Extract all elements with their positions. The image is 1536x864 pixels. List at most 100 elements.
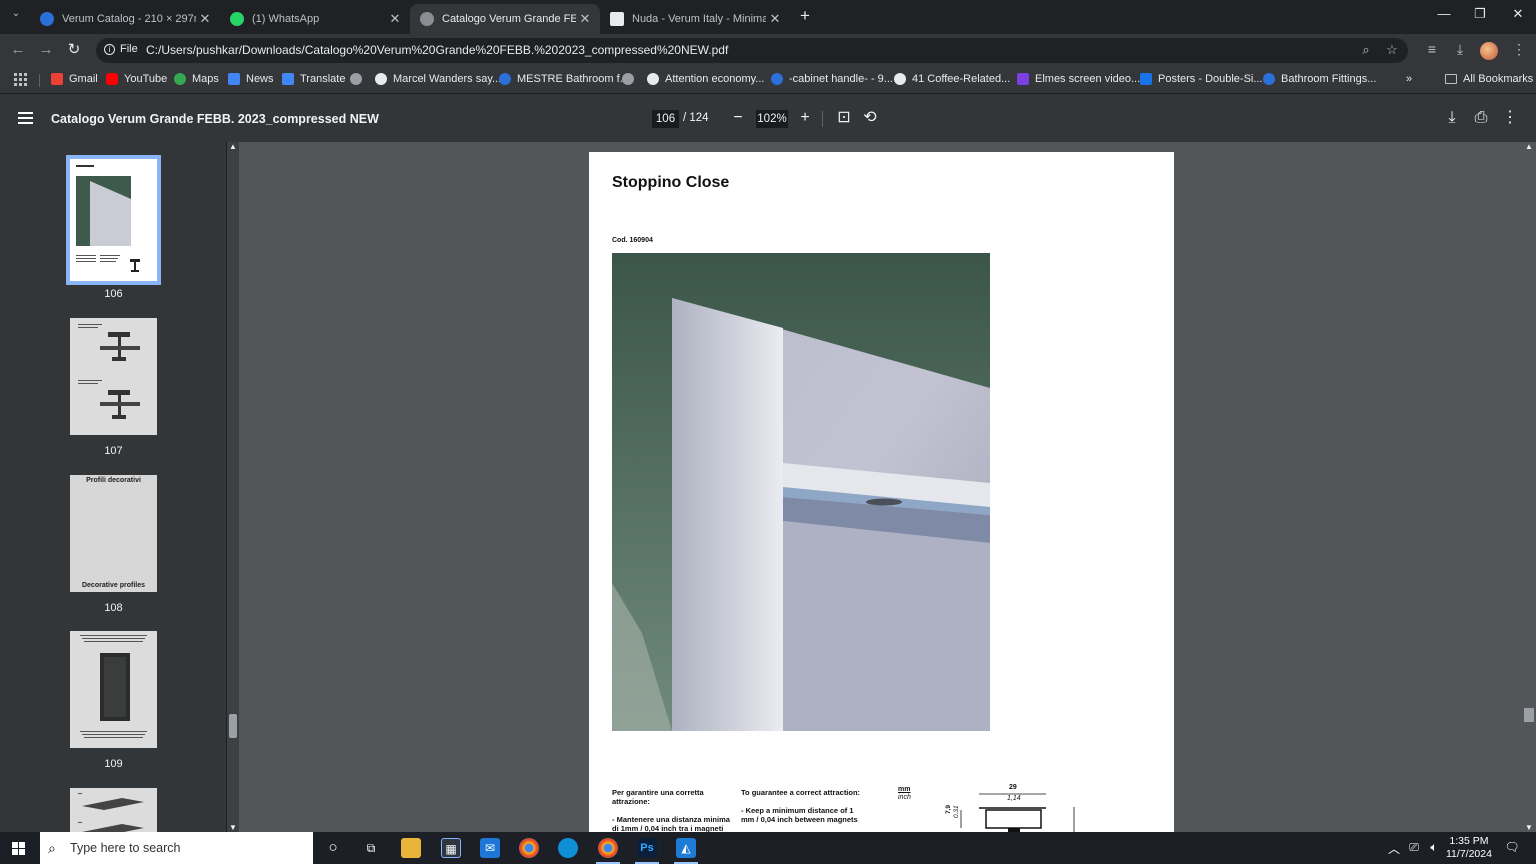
volume-icon[interactable]: 🔈︎: [1426, 840, 1442, 856]
thumbnail-109-preview: [80, 635, 147, 738]
bookmark-bathroom-fittings[interactable]: Bathroom Fittings...: [1263, 73, 1376, 85]
bookmark-label: Translate: [300, 73, 346, 85]
bookmarks-overflow-button[interactable]: »: [1406, 73, 1412, 85]
site-info-chip[interactable]: i File: [104, 43, 138, 55]
bookmark-label: All Bookmarks: [1463, 73, 1534, 85]
pdf-more-icon[interactable]: ⋮: [1500, 108, 1520, 128]
close-tab-icon[interactable]: ✕: [766, 11, 784, 27]
document-scrollbar[interactable]: ▲ ▼: [1522, 142, 1536, 832]
restore-button[interactable]: ❐: [1462, 6, 1498, 26]
system-clock[interactable]: 1:35 PM 11/7/2024: [1446, 835, 1492, 861]
bookmark-cabinet-handle[interactable]: -cabinet handle- - 9...: [771, 73, 893, 85]
scroll-down-arrow-icon[interactable]: ▼: [1522, 823, 1536, 832]
product-photo: [612, 253, 990, 731]
reading-list-icon[interactable]: ≡: [1423, 41, 1441, 59]
chrome-icon[interactable]: [519, 838, 539, 858]
scroll-down-arrow-icon[interactable]: ▼: [227, 823, 239, 832]
bookmark-globe[interactable]: [350, 73, 368, 85]
sidebar-scrollbar[interactable]: ▲ ▼: [227, 142, 239, 832]
document-scroll-thumb[interactable]: [1524, 708, 1534, 722]
minimize-button[interactable]: —: [1426, 6, 1462, 26]
tab-nuda-verum[interactable]: Nuda - Verum Italy - Minimalist ✕: [600, 4, 790, 34]
bookmark-translate[interactable]: Translate: [282, 73, 345, 85]
tab-verum-catalog[interactable]: Verum Catalog - 210 × 297mm ✕: [30, 4, 220, 34]
download-icon[interactable]: ⤓: [1442, 108, 1462, 128]
thumbnail-page-106[interactable]: [66, 155, 161, 285]
scroll-up-arrow-icon[interactable]: ▲: [1522, 142, 1536, 151]
tab-search-button[interactable]: ⌄: [6, 8, 26, 26]
task-view-icon[interactable]: ⧉: [361, 838, 381, 858]
product-code: Cod. 160904: [612, 237, 653, 244]
cortana-icon[interactable]: ○: [323, 838, 343, 858]
zoom-icon[interactable]: ⌕: [1358, 42, 1374, 58]
fit-page-icon[interactable]: ⊡: [834, 108, 854, 128]
file-explorer-icon[interactable]: [401, 838, 421, 858]
scroll-up-arrow-icon[interactable]: ▲: [227, 142, 239, 151]
photoshop-icon[interactable]: Ps: [637, 838, 657, 858]
bookmark-elmes[interactable]: Elmes screen video...: [1017, 73, 1140, 85]
reload-button[interactable]: ↻: [64, 40, 84, 60]
bookmark-gmail[interactable]: Gmail: [51, 73, 98, 85]
bookmark-attention-economy[interactable]: Attention economy...: [647, 73, 764, 85]
network-icon[interactable]: ⎚: [1406, 840, 1422, 856]
bookmark-mestre[interactable]: MESTRE Bathroom f...: [499, 73, 629, 85]
print-icon[interactable]: ⎙: [1471, 108, 1491, 128]
pdf-toolbar: Catalogo Verum Grande FEBB. 2023_compres…: [0, 94, 1536, 142]
notifications-icon[interactable]: 🗨︎: [1504, 840, 1520, 856]
show-hidden-icons-chevron-icon[interactable]: ︿: [1386, 840, 1402, 856]
pdf-page-106: Stoppino Close Cod. 160904 Per garantire…: [589, 152, 1174, 832]
thumbnail-page-109[interactable]: [70, 631, 157, 748]
bookmark-label: Elmes screen video...: [1035, 73, 1141, 85]
bookmark-news[interactable]: News: [228, 73, 274, 85]
search-icon: ⌕: [48, 840, 56, 856]
sidebar-scroll-thumb[interactable]: [229, 714, 237, 738]
page-number-input[interactable]: 106: [652, 110, 679, 128]
windows-start-icon[interactable]: [12, 842, 25, 855]
zoom-out-icon[interactable]: −: [728, 108, 748, 128]
bookmark-coffee[interactable]: 41 Coffee-Related...: [894, 73, 1010, 85]
video-icon: [1017, 73, 1029, 85]
zoom-level-input[interactable]: 102%: [756, 110, 788, 128]
edge-favicon-icon: [40, 12, 54, 26]
microsoft-store-icon[interactable]: ▦: [441, 838, 461, 858]
url-text[interactable]: C:/Users/pushkar/Downloads/Catalogo%20Ve…: [146, 43, 728, 57]
document-title: Catalogo Verum Grande FEBB. 2023_compres…: [51, 112, 379, 126]
thumbnail-page-108[interactable]: Profili decorativi Decorative profiles: [70, 475, 157, 592]
bookmark-label: YouTube: [124, 73, 168, 85]
close-tab-icon[interactable]: ✕: [196, 11, 214, 27]
mail-icon[interactable]: ✉: [480, 838, 500, 858]
bookmark-globe-2[interactable]: [622, 73, 640, 85]
chrome-profile-icon[interactable]: [598, 838, 618, 858]
bookmark-posters[interactable]: Posters - Double-Si...: [1140, 73, 1263, 85]
photos-icon[interactable]: ◭: [676, 838, 696, 858]
close-window-button[interactable]: ✕: [1500, 6, 1536, 26]
bookmark-maps[interactable]: Maps: [174, 73, 219, 85]
forward-button[interactable]: →: [36, 40, 56, 60]
back-button[interactable]: ←: [8, 40, 28, 60]
close-tab-icon[interactable]: ✕: [386, 11, 404, 27]
bookmark-marcel-wanders[interactable]: Marcel Wanders say...: [375, 73, 501, 85]
more-menu-icon[interactable]: ⋮: [1510, 41, 1528, 59]
tab-whatsapp[interactable]: (1) WhatsApp ✕: [220, 4, 410, 34]
tab-catalogo-pdf[interactable]: Catalogo Verum Grande FEBB. 2 ✕: [410, 4, 600, 34]
taskbar-search-box[interactable]: ⌕ Type here to search: [40, 832, 313, 864]
downloads-icon[interactable]: ⤓: [1451, 41, 1469, 59]
thumbnail-page-110[interactable]: [70, 788, 157, 832]
unit-label-inch: inch: [898, 794, 911, 801]
edge-icon[interactable]: [558, 838, 578, 858]
zoom-in-icon[interactable]: +: [795, 108, 815, 128]
rotate-icon[interactable]: ⟲: [860, 108, 880, 128]
maps-pin-icon: [174, 73, 186, 85]
bookmark-youtube[interactable]: YouTube: [106, 73, 167, 85]
address-bar[interactable]: i File C:/Users/pushkar/Downloads/Catalo…: [96, 38, 1408, 63]
spec-heading-italian: Per garantire una corretta attrazione:: [612, 788, 704, 806]
all-bookmarks-button[interactable]: All Bookmarks: [1445, 73, 1533, 85]
new-tab-button[interactable]: +: [796, 6, 814, 26]
apps-grid-icon[interactable]: [14, 73, 27, 86]
bookmark-star-icon[interactable]: ☆: [1384, 42, 1400, 58]
close-tab-icon[interactable]: ✕: [576, 11, 594, 27]
thumbnail-page-107[interactable]: [70, 318, 157, 435]
profile-avatar[interactable]: [1480, 42, 1498, 60]
thumbnail-label: 106: [104, 288, 123, 300]
sidebar-menu-icon[interactable]: [18, 112, 33, 124]
